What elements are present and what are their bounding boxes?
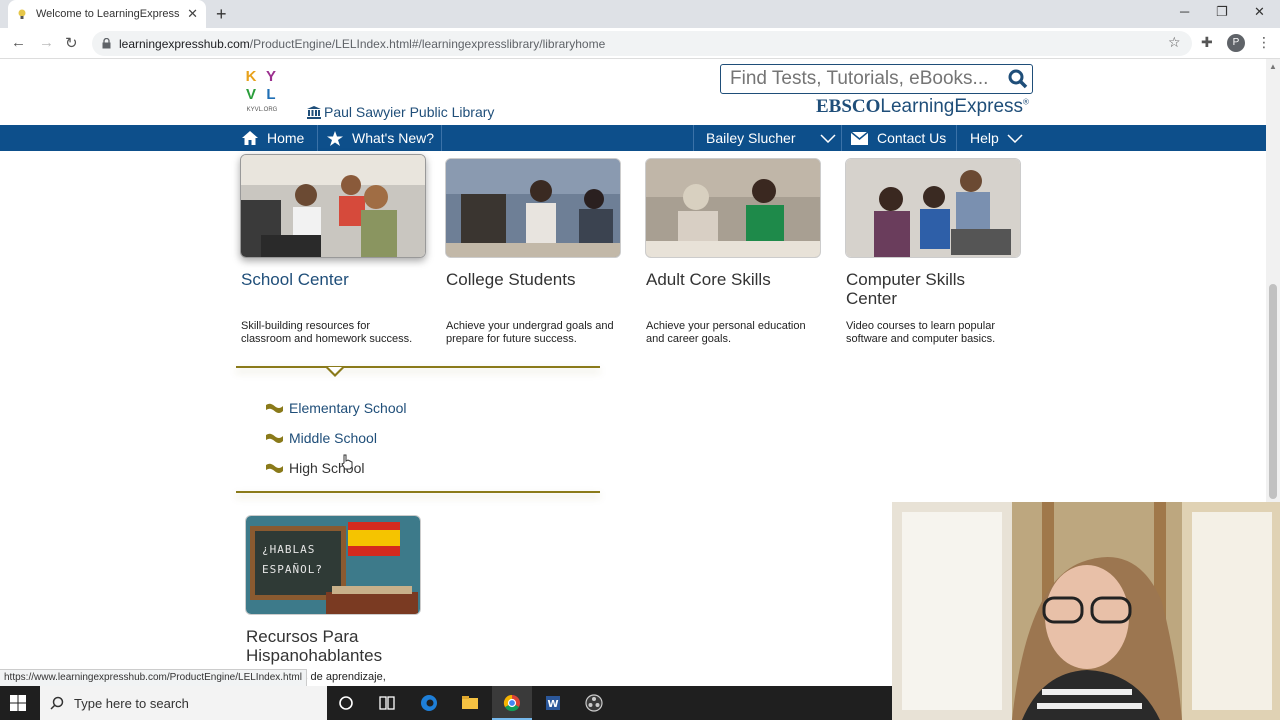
card-title[interactable]: College Students bbox=[445, 270, 621, 289]
bookmark-star-icon[interactable]: ☆ bbox=[1168, 34, 1181, 51]
forward-icon[interactable]: → bbox=[39, 34, 54, 51]
scroll-up-icon[interactable]: ▲ bbox=[1269, 62, 1277, 71]
school-center-image[interactable] bbox=[240, 154, 426, 258]
lightbulb-icon bbox=[18, 9, 26, 19]
edge-icon[interactable] bbox=[419, 693, 439, 713]
section-pointer bbox=[326, 367, 344, 377]
adult-core-skills-image[interactable] bbox=[645, 158, 821, 258]
kyvl-logo[interactable]: K Y V L KYVL.ORG bbox=[242, 69, 282, 117]
ebsco-logo: EBSCOLearningExpress® bbox=[816, 96, 1029, 117]
search-icon[interactable] bbox=[1008, 69, 1028, 89]
nav-home[interactable]: Home bbox=[242, 125, 304, 151]
card-description: Skill-building resources for classroom a… bbox=[241, 320, 413, 345]
close-window-icon[interactable]: ✕ bbox=[1254, 4, 1265, 20]
home-icon bbox=[242, 131, 258, 145]
cortana-icon[interactable] bbox=[336, 693, 356, 713]
section-divider bbox=[236, 491, 600, 493]
new-tab-icon[interactable]: + bbox=[216, 4, 227, 25]
card-title[interactable]: School Center bbox=[240, 270, 416, 289]
hablas-espanol-image[interactable]: ¿HABLAS ESPAÑOL? bbox=[245, 515, 421, 615]
star-icon bbox=[327, 130, 343, 146]
library-name[interactable]: Paul Sawyier Public Library bbox=[307, 104, 494, 120]
card-computer-skills-center[interactable]: Computer Skills Center Video courses to … bbox=[845, 158, 1021, 345]
url-field[interactable]: learningexpresshub.com/ProductEngine/LEL… bbox=[92, 31, 1192, 56]
link-high-school[interactable]: High School bbox=[266, 453, 407, 483]
search-icon bbox=[50, 696, 64, 710]
file-explorer-icon[interactable] bbox=[460, 693, 480, 713]
chevron-down-icon bbox=[819, 133, 836, 143]
flag-icon bbox=[266, 403, 283, 413]
reload-icon[interactable]: ↻ bbox=[65, 34, 78, 52]
extensions-icon[interactable]: ✚ bbox=[1201, 34, 1213, 51]
link-middle-school[interactable]: Middle School bbox=[266, 423, 407, 453]
card-school-center[interactable]: School Center Skill-building resources f… bbox=[240, 154, 426, 345]
school-center-links: Elementary School Middle School High Sch… bbox=[266, 393, 407, 483]
computer-skills-center-image[interactable] bbox=[845, 158, 1021, 258]
flag-icon bbox=[266, 433, 283, 443]
word-icon[interactable]: W bbox=[543, 693, 563, 713]
card-title[interactable]: Adult Core Skills bbox=[645, 270, 821, 289]
card-description: Achieve your undergrad goals and prepare… bbox=[446, 320, 614, 345]
card-recursos-hispanohablantes[interactable]: ¿HABLAS ESPAÑOL? Recursos Para Hispanoha… bbox=[245, 515, 421, 665]
chrome-icon[interactable] bbox=[502, 693, 522, 713]
card-title[interactable]: Computer Skills Center bbox=[845, 270, 1005, 308]
svg-text:W: W bbox=[547, 699, 558, 710]
flag-icon bbox=[266, 463, 283, 473]
menu-icon[interactable]: ⋮ bbox=[1257, 34, 1271, 51]
card-college-students[interactable]: College Students Achieve your undergrad … bbox=[445, 158, 621, 345]
link-status-bar: https://www.learningexpresshub.com/Produ… bbox=[0, 669, 307, 686]
site-search bbox=[720, 64, 1033, 94]
minimize-icon[interactable]: ─ bbox=[1180, 4, 1189, 19]
webcam-overlay bbox=[892, 502, 1280, 720]
chevron-down-icon bbox=[1007, 133, 1023, 143]
card-title[interactable]: Recursos Para Hispanohablantes bbox=[245, 627, 415, 665]
lock-icon bbox=[102, 38, 111, 49]
webcam-video bbox=[892, 502, 1280, 720]
envelope-icon bbox=[851, 131, 868, 145]
chalkboard-text: ¿HABLAS ESPAÑOL? bbox=[262, 543, 323, 576]
close-tab-icon[interactable]: ✕ bbox=[187, 6, 198, 22]
scrollbar-thumb[interactable] bbox=[1269, 284, 1277, 499]
browser-tab-bar: Welcome to LearningExpress Libr ✕ + ─ ❐ … bbox=[0, 0, 1280, 28]
nav-user-menu[interactable]: Bailey Slucher bbox=[706, 125, 845, 151]
card-adult-core-skills[interactable]: Adult Core Skills Achieve your personal … bbox=[645, 158, 821, 345]
section-divider bbox=[236, 366, 600, 368]
browser-tab[interactable]: Welcome to LearningExpress Libr ✕ bbox=[8, 0, 206, 28]
windows-start-icon[interactable] bbox=[10, 695, 26, 711]
task-view-icon[interactable] bbox=[377, 693, 397, 713]
link-elementary-school[interactable]: Elementary School bbox=[266, 393, 407, 423]
card-description: Video courses to learn popular software … bbox=[846, 320, 996, 345]
hand-cursor-icon bbox=[341, 454, 353, 470]
card-description: s de aprendizaje, bbox=[302, 671, 386, 683]
library-building-icon bbox=[307, 105, 321, 119]
maximize-icon[interactable]: ❐ bbox=[1216, 4, 1228, 20]
address-bar: ← → ↻ learningexpresshub.com/ProductEngi… bbox=[0, 28, 1280, 59]
nav-help-menu[interactable]: Help bbox=[970, 125, 1032, 151]
nav-contact-us[interactable]: Contact Us bbox=[851, 125, 946, 151]
main-nav: Home What's New? Bailey Slucher Contact … bbox=[0, 125, 1266, 151]
obs-icon[interactable] bbox=[584, 693, 604, 713]
card-description: Achieve your personal education and care… bbox=[646, 320, 806, 345]
taskbar-search-box[interactable]: Type here to search bbox=[40, 686, 327, 720]
tab-title: Welcome to LearningExpress Libr bbox=[36, 8, 181, 20]
college-students-image[interactable] bbox=[445, 158, 621, 258]
back-icon[interactable]: ← bbox=[11, 34, 26, 51]
nav-whats-new[interactable]: What's New? bbox=[327, 125, 434, 151]
profile-avatar[interactable]: P bbox=[1227, 34, 1245, 52]
site-search-input[interactable] bbox=[730, 68, 1000, 90]
